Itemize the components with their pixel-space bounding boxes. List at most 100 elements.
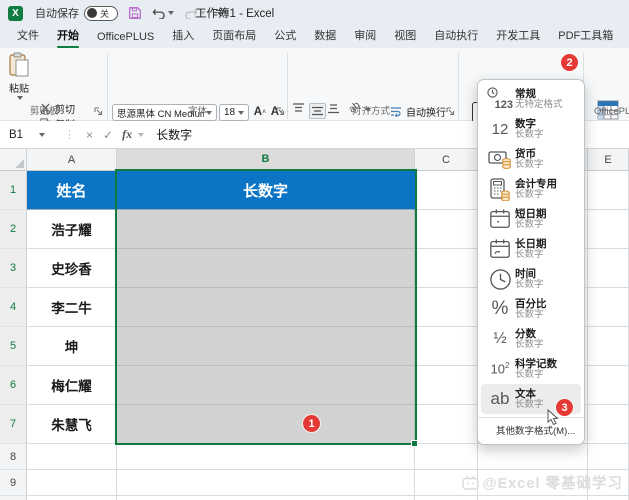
- format-item-8[interactable]: ½ 分数 长数字: [481, 324, 581, 354]
- format-item-5[interactable]: 长日期 长数字: [481, 234, 581, 264]
- row-header-1[interactable]: 1: [0, 171, 27, 210]
- format-item-6[interactable]: 时间 长数字: [481, 264, 581, 294]
- cell-E7[interactable]: [588, 405, 629, 444]
- alignment-group-label: 对齐方式: [352, 106, 391, 117]
- tab-file[interactable]: 文件: [8, 24, 48, 48]
- format-item-7[interactable]: % 百分比 长数字: [481, 294, 581, 324]
- insert-function-button[interactable]: fx: [122, 127, 132, 142]
- cell-C7[interactable]: [415, 405, 478, 444]
- cell-B3[interactable]: [117, 249, 415, 288]
- tab-11[interactable]: PDF工具箱: [549, 24, 622, 48]
- tab-6[interactable]: 数据: [305, 24, 345, 48]
- cell-A3[interactable]: 史珍香: [27, 249, 117, 288]
- name-box[interactable]: B1: [0, 121, 58, 148]
- format-item-0[interactable]: 123 常规 无特定格式: [481, 84, 581, 114]
- cell-C1[interactable]: [415, 171, 478, 210]
- undo-icon: [152, 9, 165, 19]
- middle-align-button[interactable]: [309, 103, 326, 119]
- format-item-title: 文本: [515, 387, 536, 400]
- cell-B2[interactable]: [117, 210, 415, 249]
- alignment-dialog-launcher[interactable]: [446, 107, 455, 116]
- cell-C2[interactable]: [415, 210, 478, 249]
- row-header-7[interactable]: 7: [0, 405, 27, 444]
- excel-app-icon[interactable]: X: [8, 5, 23, 21]
- cell-A1[interactable]: 姓名: [27, 171, 117, 210]
- cell-E6[interactable]: [588, 366, 629, 405]
- cell-E5[interactable]: [588, 327, 629, 366]
- cell-B8[interactable]: [117, 444, 415, 470]
- tab-5[interactable]: 公式: [265, 24, 305, 48]
- row-header-10[interactable]: 10: [0, 496, 27, 500]
- cell-E4[interactable]: [588, 288, 629, 327]
- cell-E3[interactable]: [588, 249, 629, 288]
- confirm-button[interactable]: ✓: [103, 128, 113, 142]
- cell-C5[interactable]: [415, 327, 478, 366]
- cell-B6[interactable]: [117, 366, 415, 405]
- cell-A4[interactable]: 李二牛: [27, 288, 117, 327]
- row-header-3[interactable]: 3: [0, 249, 27, 288]
- cell-E1[interactable]: [588, 171, 629, 210]
- column-header-C[interactable]: C: [415, 149, 478, 171]
- bottom-align-button[interactable]: [327, 103, 340, 115]
- column-header-E[interactable]: E: [588, 149, 629, 171]
- cell-A7[interactable]: 朱慧飞: [27, 405, 117, 444]
- tab-2[interactable]: OfficePLUS: [88, 28, 163, 48]
- cell-A10[interactable]: [27, 496, 117, 500]
- top-align-button[interactable]: [292, 103, 305, 115]
- row-header-5[interactable]: 5: [0, 327, 27, 366]
- cell-B5[interactable]: [117, 327, 415, 366]
- row-header-6[interactable]: 6: [0, 366, 27, 405]
- row-header-9[interactable]: 9: [0, 470, 27, 496]
- more-number-formats-item[interactable]: 其他数字格式(M)...: [478, 417, 584, 441]
- undo-button[interactable]: [152, 7, 174, 19]
- wrap-text-button[interactable]: 自动换行: [390, 104, 446, 119]
- tab-3[interactable]: 插入: [163, 24, 203, 48]
- increase-font-size-button[interactable]: A ˄: [252, 103, 268, 121]
- cell-B4[interactable]: [117, 288, 415, 327]
- cell-C6[interactable]: [415, 366, 478, 405]
- format-item-9[interactable]: 102 科学记数 长数字: [481, 354, 581, 384]
- tab-8[interactable]: 视图: [385, 24, 425, 48]
- font-size-combobox[interactable]: 18: [219, 104, 249, 121]
- cell-D8[interactable]: [478, 444, 588, 470]
- format-item-title: 常规: [515, 87, 536, 100]
- cell-E2[interactable]: [588, 210, 629, 249]
- cell-D10[interactable]: [478, 496, 588, 500]
- tab-9[interactable]: 自动执行: [425, 24, 487, 48]
- save-button[interactable]: [128, 6, 142, 20]
- cell-A6[interactable]: 梅仁耀: [27, 366, 117, 405]
- tab-12[interactable]: 帮助: [622, 24, 629, 48]
- cell-A9[interactable]: [27, 470, 117, 496]
- cell-C10[interactable]: [415, 496, 478, 500]
- cell-C8[interactable]: [415, 444, 478, 470]
- cell-A8[interactable]: [27, 444, 117, 470]
- cell-B9[interactable]: [117, 470, 415, 496]
- cell-C3[interactable]: [415, 249, 478, 288]
- select-all-corner[interactable]: [0, 149, 27, 171]
- tab-10[interactable]: 开发工具: [487, 24, 549, 48]
- format-item-3[interactable]: 会计专用 长数字: [481, 174, 581, 204]
- row-header-2[interactable]: 2: [0, 210, 27, 249]
- cancel-button[interactable]: ×: [86, 128, 93, 142]
- column-header-A[interactable]: A: [27, 149, 117, 171]
- clipboard-dialog-launcher[interactable]: [94, 107, 103, 116]
- cell-B10[interactable]: [117, 496, 415, 500]
- autosave-toggle[interactable]: 关: [84, 5, 118, 21]
- cell-E10[interactable]: [588, 496, 629, 500]
- tab-1[interactable]: 开始: [48, 24, 88, 48]
- row-header-8[interactable]: 8: [0, 444, 27, 470]
- row-header-4[interactable]: 4: [0, 288, 27, 327]
- font-dialog-launcher[interactable]: [276, 107, 285, 116]
- cell-A5[interactable]: 坤: [27, 327, 117, 366]
- cell-E8[interactable]: [588, 444, 629, 470]
- tab-7[interactable]: 审阅: [345, 24, 385, 48]
- format-item-1[interactable]: 12 数字 长数字: [481, 114, 581, 144]
- column-header-B[interactable]: B: [117, 149, 415, 171]
- tab-4[interactable]: 页面布局: [203, 24, 265, 48]
- cell-B7[interactable]: [117, 405, 415, 444]
- cell-C4[interactable]: [415, 288, 478, 327]
- cell-A2[interactable]: 浩子耀: [27, 210, 117, 249]
- cell-B1[interactable]: 长数字: [117, 171, 415, 210]
- format-item-2[interactable]: 货币 长数字: [481, 144, 581, 174]
- format-item-4[interactable]: 短日期 长数字: [481, 204, 581, 234]
